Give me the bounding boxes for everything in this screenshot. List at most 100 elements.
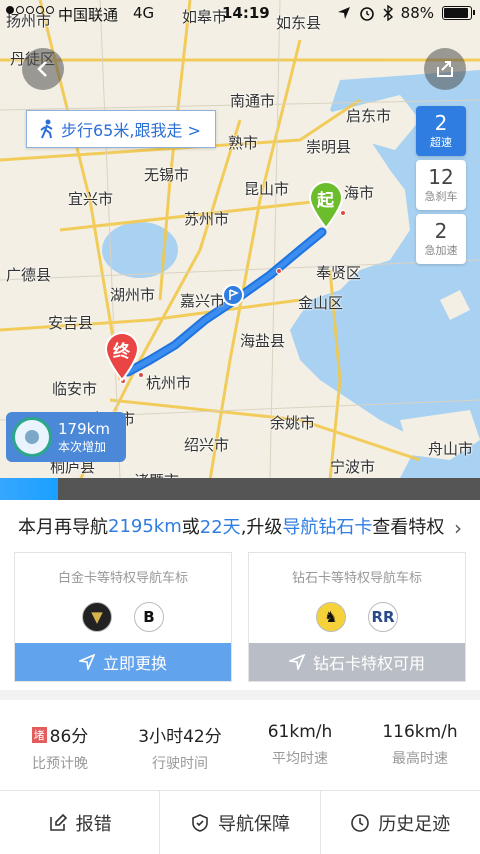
city-label: 奉贤区 [316, 264, 362, 282]
walk-guide-tip[interactable]: 步行65米,跟我走 > [26, 110, 216, 148]
metric-label: 最高时速 [392, 751, 448, 767]
current-location-marker [222, 284, 244, 306]
metric-value: 86分 [49, 727, 89, 747]
bottom-actions: 报错 导航保障 历史足迹 [0, 791, 480, 854]
metric-value: 3小时42分 [138, 727, 222, 747]
stat-label: 急加速 [424, 244, 458, 257]
city-label: 海盐县 [240, 332, 286, 350]
city-label: 舟山市 [428, 440, 474, 458]
stat-hard-braking[interactable]: 12 急刹车 [416, 160, 466, 210]
metric-delay: 堵 86分 比预计晚 [0, 700, 120, 790]
upgrade-text-4: 查看特权 [372, 517, 445, 538]
metric-label: 比预计晚 [32, 756, 88, 772]
network-type: 4G [133, 4, 155, 22]
report-error-button[interactable]: 报错 [0, 791, 161, 854]
city-label: 宜兴市 [68, 190, 114, 208]
stat-label: 急刹车 [424, 190, 458, 203]
end-marker-label: 终 [113, 342, 130, 362]
city-label: 昆山市 [244, 180, 290, 198]
mileage-value: 179km [58, 419, 110, 438]
status-bar: 中国联通 4G 14:19 88% [0, 0, 480, 28]
card-title: 白金卡等特权导航车标 [57, 571, 188, 586]
battery-icon [442, 6, 475, 20]
start-marker[interactable]: 起 [306, 180, 346, 230]
map-base [0, 0, 480, 478]
end-marker[interactable]: 终 [102, 330, 142, 382]
driving-stats-panel: 2 超速 12 急刹车 2 急加速 [416, 106, 466, 268]
platinum-card: 白金卡等特权导航车标 ▼ B 立即更换 [14, 552, 232, 682]
rolls-royce-logo-icon: RR [368, 602, 398, 632]
upgrade-card-name: 导航钻石卡 [282, 517, 373, 538]
city-label: 苏州市 [184, 210, 230, 228]
city-label: 海市 [344, 184, 375, 202]
navigation-guarantee-button[interactable]: 导航保障 [160, 791, 321, 854]
route-map[interactable]: 扬州市 如皋市 如东县 丹徒区 南通市 启东市 熟市 崇明县 无锡市 宜兴市 昆… [0, 0, 480, 478]
clock: 14:19 [222, 4, 270, 22]
chevron-left-icon [37, 61, 47, 77]
city-label: 熟市 [228, 134, 259, 152]
carrier-name: 中国联通 [58, 6, 119, 24]
metric-label: 平均时速 [272, 751, 328, 767]
upgrade-km: 2195km [108, 515, 182, 537]
divider [0, 690, 480, 700]
battery-percent: 88% [400, 4, 434, 22]
ferrari-logo-icon: ♞ [316, 602, 346, 632]
stat-value: 12 [428, 165, 454, 189]
metric-drive-time: 3小时42分 行驶时间 [120, 700, 240, 790]
card-title: 钻石卡等特权导航车标 [291, 571, 422, 586]
edit-icon [49, 813, 67, 831]
vehicle-icon-cards: 白金卡等特权导航车标 ▼ B 立即更换 钻石卡等特权导航车标 ♞ RR 钻石卡特… [0, 552, 480, 698]
alarm-icon [359, 7, 374, 21]
stat-speeding[interactable]: 2 超速 [416, 106, 466, 156]
city-label: 嘉兴市 [180, 292, 226, 310]
monthly-progress-bar [0, 478, 480, 500]
stat-hard-acceleration[interactable]: 2 急加速 [416, 214, 466, 264]
shield-icon [192, 813, 208, 832]
metric-label: 行驶时间 [152, 756, 208, 772]
medal-icon [12, 417, 52, 457]
progress-fill [0, 478, 58, 500]
back-button[interactable] [22, 48, 64, 90]
city-label: 湖州市 [110, 286, 156, 304]
city-label: 宁波市 [330, 458, 376, 476]
diamond-card: 钻石卡等特权导航车标 ♞ RR 钻石卡特权可用 [248, 552, 466, 682]
flag-icon [229, 289, 239, 300]
stat-label: 超速 [430, 136, 452, 149]
location-arrow-icon [337, 7, 350, 19]
signal-strength-icon [6, 6, 54, 14]
stat-value: 2 [434, 111, 448, 135]
share-icon [437, 61, 453, 77]
action-label: 报错 [75, 813, 112, 835]
bentley-logo-icon: B [134, 602, 164, 632]
metric-max-speed: 116km/h 最高时速 [360, 700, 480, 790]
city-dot [276, 268, 282, 274]
city-label: 诸暨市 [134, 470, 179, 478]
city-label: 南通市 [230, 92, 276, 110]
city-label: 绍兴市 [184, 436, 230, 454]
city-label: 余姚市 [270, 414, 316, 432]
diamond-privilege-button[interactable]: 钻石卡特权可用 [249, 643, 465, 681]
upgrade-text-1: 本月再导航 [18, 517, 108, 538]
history-footprint-button[interactable]: 历史足迹 [321, 791, 480, 854]
city-label: 安吉县 [48, 314, 94, 332]
start-marker-label: 起 [317, 191, 334, 211]
change-now-button[interactable]: 立即更换 [15, 643, 231, 681]
bluetooth-icon [383, 5, 393, 21]
walking-person-icon [40, 119, 53, 139]
lamborghini-logo-icon: ▼ [82, 602, 112, 632]
city-label: 启东市 [346, 107, 392, 125]
trip-metrics: 堵 86分 比预计晚 3小时42分 行驶时间 61km/h 平均时速 116km/… [0, 700, 480, 790]
action-label: 历史足迹 [378, 813, 451, 835]
share-button[interactable] [424, 48, 466, 90]
navigation-arrow-icon [78, 654, 95, 670]
action-label: 导航保障 [217, 813, 290, 835]
stat-value: 2 [434, 219, 448, 243]
walk-guide-text: 步行65米,跟我走 > [61, 121, 201, 140]
metric-value: 61km/h [267, 722, 333, 742]
upgrade-banner[interactable]: 本月再导航 2195km 或 22天 ,升级 导航钻石卡 查看特权 › [0, 500, 480, 552]
mileage-badge[interactable]: 179km 本次增加 [6, 412, 126, 462]
metric-value: 116km/h [382, 722, 458, 742]
upgrade-text-2: 或 [181, 517, 200, 538]
city-label: 杭州市 [146, 374, 192, 392]
mileage-label: 本次增加 [58, 439, 107, 454]
